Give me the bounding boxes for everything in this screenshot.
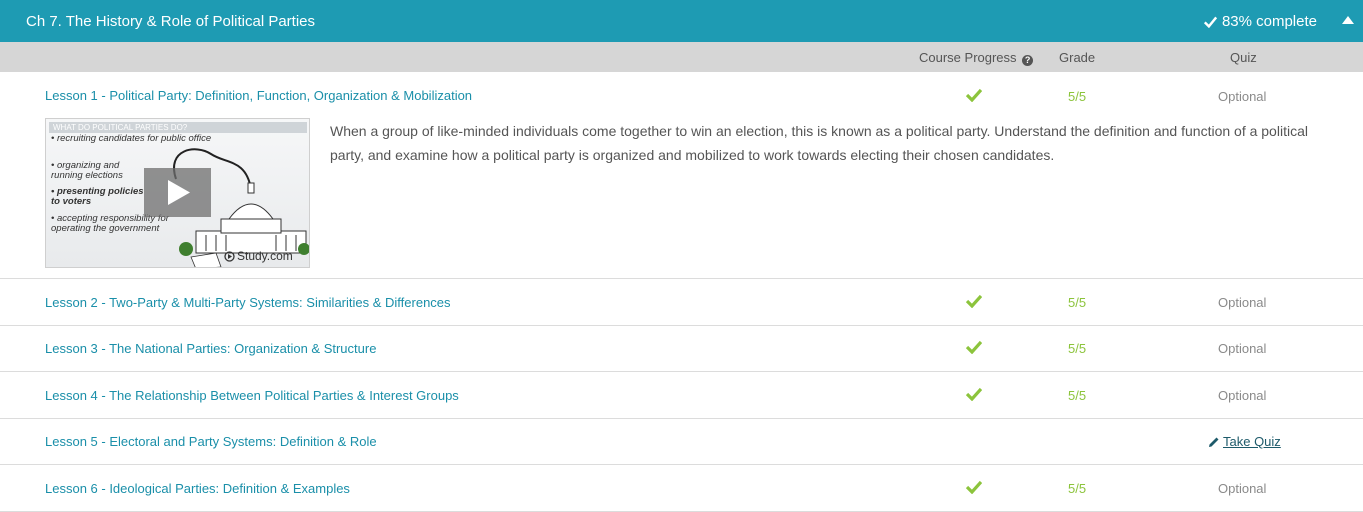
play-button[interactable]	[144, 168, 211, 217]
completed-check-icon	[966, 340, 982, 354]
lesson-link-3[interactable]: Lesson 3 - The National Parties: Organiz…	[45, 341, 376, 356]
collapse-caret-icon[interactable]	[1341, 14, 1355, 26]
lesson-quiz-4: Optional	[1218, 388, 1267, 403]
lesson-row-4: Lesson 4 - The Relationship Between Poli…	[0, 372, 1363, 419]
column-quiz: Quiz	[1230, 50, 1257, 65]
column-course-progress: Course Progress ?	[919, 50, 1034, 66]
completed-check-icon	[966, 387, 982, 401]
lesson-video-thumbnail[interactable]: WHAT DO POLITICAL PARTIES DO? • recruiti…	[45, 118, 310, 268]
lesson-grade-1: 5/5	[1068, 89, 1087, 104]
completed-check-icon	[966, 480, 982, 494]
take-quiz-label: Take Quiz	[1223, 434, 1281, 449]
lesson-grade-3: 5/5	[1068, 341, 1087, 356]
study-logo-icon	[224, 250, 235, 262]
study-logo: Study.com	[224, 249, 293, 263]
column-course-progress-label: Course Progress	[919, 50, 1017, 65]
lesson-row-5: Lesson 5 - Electoral and Party Systems: …	[0, 419, 1363, 465]
completed-check-icon	[966, 88, 982, 102]
chapter-title: Ch 7. The History & Role of Political Pa…	[26, 13, 316, 30]
lesson-quiz-1: Optional	[1218, 89, 1267, 104]
chapter-progress: 83% complete	[1203, 13, 1317, 30]
lesson-row-6: Lesson 6 - Ideological Parties: Definiti…	[0, 465, 1363, 512]
progress-label: 83% complete	[1221, 13, 1317, 30]
lesson-row-2: Lesson 2 - Two-Party & Multi-Party Syste…	[0, 279, 1363, 326]
lesson-quiz-6: Optional	[1218, 481, 1267, 496]
lesson-grade-6: 5/5	[1068, 481, 1087, 496]
lesson-link-2[interactable]: Lesson 2 - Two-Party & Multi-Party Syste…	[45, 295, 451, 310]
column-header-bar: Course Progress ? Grade Quiz	[0, 42, 1363, 72]
chapter-header[interactable]: Ch 7. The History & Role of Political Pa…	[0, 0, 1363, 42]
lesson-quiz-3: Optional	[1218, 341, 1267, 356]
take-quiz-link[interactable]: Take Quiz	[1208, 434, 1281, 449]
lesson-grade-2: 5/5	[1068, 295, 1087, 310]
lesson-grade-4: 5/5	[1068, 388, 1087, 403]
lesson-link-5[interactable]: Lesson 5 - Electoral and Party Systems: …	[45, 434, 377, 449]
play-icon	[168, 180, 190, 205]
lesson-link-4[interactable]: Lesson 4 - The Relationship Between Poli…	[45, 388, 459, 403]
lesson-row-3: Lesson 3 - The National Parties: Organiz…	[0, 326, 1363, 372]
lesson-quiz-2: Optional	[1218, 295, 1267, 310]
completed-check-icon	[966, 294, 982, 308]
lesson-description: When a group of like-minded individuals …	[330, 123, 1308, 163]
lesson-link-6[interactable]: Lesson 6 - Ideological Parties: Definiti…	[45, 481, 350, 496]
checkmark-icon	[1203, 16, 1217, 28]
pencil-icon	[1209, 437, 1219, 447]
study-logo-text: Study.com	[237, 249, 293, 263]
lesson-link-1[interactable]: Lesson 1 - Political Party: Definition, …	[45, 88, 472, 103]
column-grade: Grade	[1059, 50, 1096, 65]
help-icon[interactable]: ?	[1022, 55, 1034, 66]
